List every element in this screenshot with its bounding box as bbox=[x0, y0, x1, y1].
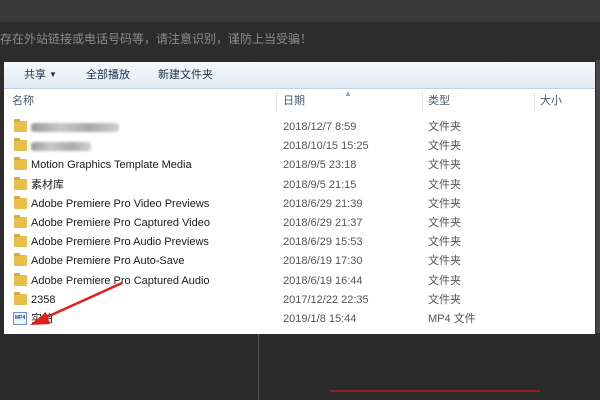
file-type: 文件夹 bbox=[428, 178, 461, 191]
folder-icon bbox=[14, 272, 27, 286]
file-name: Adobe Premiere Pro Audio Previews bbox=[31, 236, 209, 249]
share-button-label: 共享 bbox=[24, 69, 46, 81]
file-name: 实拍 bbox=[31, 313, 53, 325]
file-type: 文件夹 bbox=[428, 236, 461, 249]
folder-icon bbox=[14, 138, 27, 152]
file-date: 2018/10/15 15:25 bbox=[283, 140, 369, 153]
file-date: 2018/6/29 15:53 bbox=[283, 236, 363, 249]
file-date: 2018/6/19 17:30 bbox=[283, 255, 363, 268]
file-date: 2018/6/29 21:39 bbox=[283, 197, 363, 210]
file-type: 文件夹 bbox=[428, 274, 461, 287]
sort-indicator-icon: ▲ bbox=[344, 89, 352, 98]
chevron-down-icon: ▼ bbox=[49, 70, 57, 80]
share-button[interactable]: 共享 ▼ bbox=[24, 66, 57, 84]
column-header-name[interactable]: 名称 bbox=[12, 90, 34, 112]
column-header-size[interactable]: 大小 bbox=[540, 90, 562, 112]
file-row[interactable]: 2018/12/7 8:59 文件夹 bbox=[4, 118, 595, 137]
folder-icon bbox=[14, 176, 27, 190]
file-date: 2018/6/19 16:44 bbox=[283, 274, 363, 287]
folder-icon bbox=[14, 119, 27, 132]
column-header-date[interactable]: 日期 bbox=[283, 90, 305, 112]
mp4-file-icon: MP4 bbox=[13, 312, 27, 325]
file-name: Motion Graphics Template Media bbox=[31, 159, 192, 172]
file-type: 文件夹 bbox=[428, 293, 461, 306]
column-divider[interactable] bbox=[534, 92, 535, 110]
column-header-type[interactable]: 类型 bbox=[428, 90, 450, 112]
folder-icon bbox=[14, 234, 27, 248]
file-row[interactable]: MP4 实拍 2019/1/8 15:44 MP4 文件 bbox=[4, 310, 595, 329]
file-date: 2018/9/5 23:18 bbox=[283, 159, 357, 172]
timeline-bar bbox=[330, 390, 540, 392]
play-all-button[interactable]: 全部播放 bbox=[86, 66, 130, 84]
file-type: 文件夹 bbox=[428, 217, 461, 229]
file-name: 2358 bbox=[31, 293, 56, 306]
file-name: Adobe Premiere Pro Captured Audio bbox=[31, 274, 210, 287]
file-date: 2018/12/7 8:59 bbox=[283, 121, 357, 133]
file-row[interactable]: 2018/10/15 15:25 文件夹 bbox=[4, 137, 595, 156]
file-row[interactable]: 素材库 2018/9/5 21:15 文件夹 bbox=[4, 176, 595, 195]
file-date: 2019/1/8 15:44 bbox=[283, 313, 357, 325]
page-top-strip bbox=[0, 0, 600, 22]
column-divider[interactable] bbox=[422, 92, 423, 110]
file-type: 文件夹 bbox=[428, 197, 461, 210]
file-row[interactable]: Motion Graphics Template Media 2018/9/5 2… bbox=[4, 156, 595, 175]
file-row[interactable]: 2358 2017/12/22 22:35 文件夹 bbox=[4, 291, 595, 310]
panel-divider bbox=[258, 333, 259, 400]
file-type: 文件夹 bbox=[428, 159, 461, 172]
file-type: MP4 文件 bbox=[428, 313, 476, 325]
explorer-toolbar: 共享 ▼ 全部播放 新建文件夹 bbox=[4, 62, 595, 89]
new-folder-button[interactable]: 新建文件夹 bbox=[158, 66, 213, 84]
column-header-row: ▲ 名称 日期 类型 大小 bbox=[4, 89, 595, 112]
file-type: 文件夹 bbox=[428, 255, 461, 268]
file-name: 素材库 bbox=[31, 178, 64, 191]
file-date: 2017/12/22 22:35 bbox=[283, 293, 369, 306]
file-name: Adobe Premiere Pro Auto-Save bbox=[31, 255, 185, 268]
file-row[interactable]: Adobe Premiere Pro Auto-Save 2018/6/19 17… bbox=[4, 252, 595, 271]
file-explorer-window: 共享 ▼ 全部播放 新建文件夹 ▲ 名称 日期 类型 大小 2018/12/7 8… bbox=[4, 62, 595, 334]
file-type: 文件夹 bbox=[428, 121, 461, 133]
file-date: 2018/6/29 21:37 bbox=[283, 217, 363, 229]
folder-icon bbox=[14, 253, 27, 267]
file-name: Adobe Premiere Pro Video Previews bbox=[31, 197, 210, 210]
file-type: 文件夹 bbox=[428, 140, 461, 153]
obscured-name bbox=[31, 141, 91, 151]
file-row[interactable]: Adobe Premiere Pro Captured Video 2018/6/… bbox=[4, 214, 595, 233]
obscured-name bbox=[31, 122, 119, 132]
file-date: 2018/9/5 21:15 bbox=[283, 178, 357, 191]
page-notice-text: 存在外站链接或电话号码等，请注意识别，谨防上当受骗！ bbox=[0, 32, 313, 46]
folder-icon bbox=[14, 291, 27, 305]
folder-icon bbox=[14, 157, 27, 171]
folder-icon bbox=[14, 215, 27, 228]
file-row[interactable]: Adobe Premiere Pro Captured Audio 2018/6/… bbox=[4, 272, 595, 291]
file-name bbox=[31, 118, 119, 137]
file-name: Adobe Premiere Pro Captured Video bbox=[31, 217, 210, 229]
folder-icon bbox=[14, 195, 27, 209]
file-name bbox=[31, 137, 91, 156]
column-divider[interactable] bbox=[276, 92, 277, 110]
file-row[interactable]: Adobe Premiere Pro Video Previews 2018/6/… bbox=[4, 195, 595, 214]
file-row[interactable]: Adobe Premiere Pro Audio Previews 2018/6/… bbox=[4, 233, 595, 252]
